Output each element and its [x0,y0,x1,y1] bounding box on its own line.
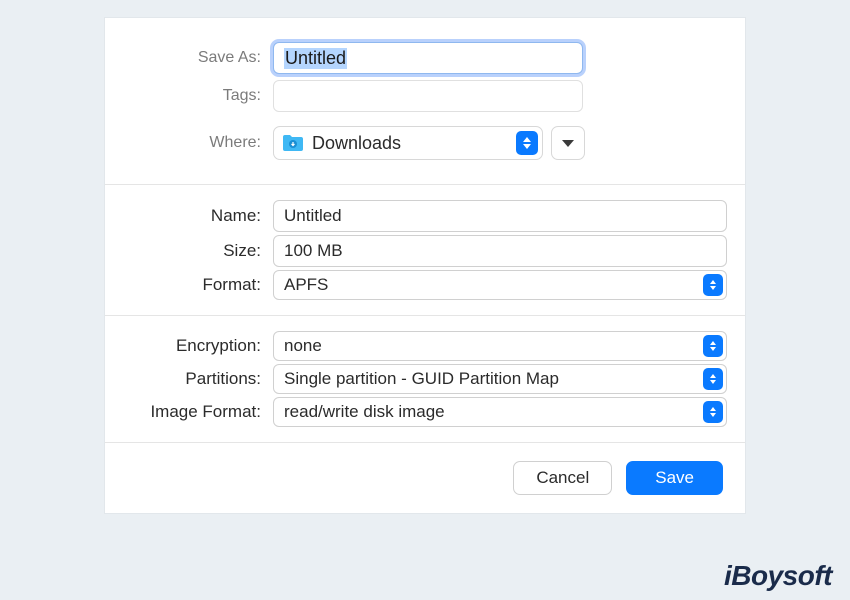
dialog-footer: Cancel Save [105,443,745,513]
folder-downloads-icon [282,134,304,152]
updown-arrows-icon [703,274,723,296]
encryption-label: Encryption: [123,336,263,356]
size-label: Size: [123,241,263,261]
cancel-button[interactable]: Cancel [513,461,612,495]
tags-label: Tags: [123,87,263,105]
advanced-settings-section: Encryption: none Partitions: Single part… [105,316,745,442]
image-format-row: Image Format: read/write disk image [123,397,727,427]
expand-directory-button[interactable] [551,126,585,160]
save-as-label: Save As: [123,49,263,67]
name-input[interactable] [273,200,727,232]
tags-row: Tags: [123,80,727,112]
format-row: Format: APFS [123,270,727,300]
format-value: APFS [284,275,328,295]
save-button[interactable]: Save [626,461,723,495]
size-input[interactable] [273,235,727,267]
partitions-select[interactable]: Single partition - GUID Partition Map [273,364,727,394]
updown-arrows-icon [516,131,538,155]
format-label: Format: [123,275,263,295]
where-row: Where: Downloads [123,126,727,160]
encryption-select[interactable]: none [273,331,727,361]
where-dropdown[interactable]: Downloads [273,126,543,160]
watermark-logo: iBoysoft [724,560,832,592]
name-row: Name: [123,200,727,232]
image-format-value: read/write disk image [284,402,445,422]
image-format-label: Image Format: [123,402,263,422]
format-select[interactable]: APFS [273,270,727,300]
updown-arrows-icon [703,401,723,423]
partitions-label: Partitions: [123,369,263,389]
size-row: Size: [123,235,727,267]
name-label: Name: [123,206,263,226]
chevron-down-icon [562,140,574,147]
save-dialog: Save As: Untitled Tags: Where: [105,18,745,513]
save-location-section: Save As: Untitled Tags: Where: [105,18,745,184]
save-as-value: Untitled [284,48,347,69]
encryption-value: none [284,336,322,356]
partitions-row: Partitions: Single partition - GUID Part… [123,364,727,394]
updown-arrows-icon [703,368,723,390]
where-label: Where: [123,134,263,152]
tags-input[interactable] [273,80,583,112]
partitions-value: Single partition - GUID Partition Map [284,369,559,389]
encryption-row: Encryption: none [123,331,727,361]
save-as-row: Save As: Untitled [123,42,727,74]
save-as-input[interactable]: Untitled [273,42,583,74]
image-settings-section: Name: Size: Format: APFS [105,185,745,315]
where-value: Downloads [312,133,401,154]
image-format-select[interactable]: read/write disk image [273,397,727,427]
updown-arrows-icon [703,335,723,357]
